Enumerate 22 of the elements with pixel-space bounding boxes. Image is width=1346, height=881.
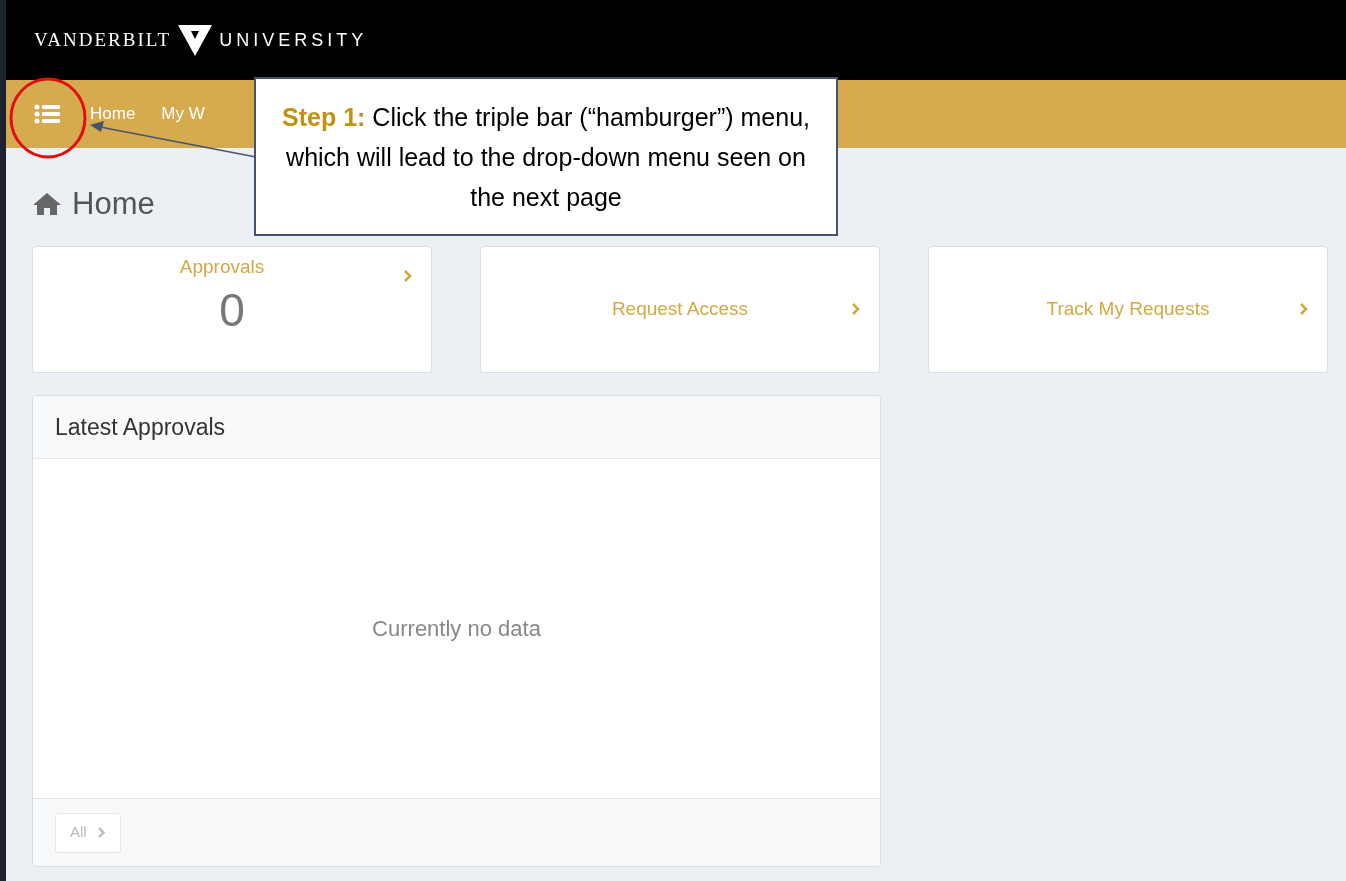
- empty-message: Currently no data: [372, 615, 541, 643]
- chevron-right-icon: [851, 302, 861, 316]
- shield-logo-icon: [177, 23, 214, 57]
- panel-title: Latest Approvals: [55, 412, 226, 442]
- tile-title: Request Access: [611, 297, 749, 322]
- tile-count: 0: [219, 282, 245, 338]
- dashboard-tile[interactable]: Approvals 0: [32, 246, 432, 373]
- logo-text: VANDERBILT: [34, 27, 172, 52]
- tile-title: Approvals: [179, 255, 265, 280]
- dashboard-tile[interactable]: Track My Requests: [928, 246, 1328, 373]
- chevron-right-icon: [96, 826, 106, 839]
- tile-title: Track My Requests: [1046, 297, 1210, 322]
- dashboard-tile[interactable]: Request Access: [480, 246, 880, 373]
- all-button[interactable]: All: [55, 812, 121, 853]
- logo-text: UNIVERSITY: [219, 28, 368, 52]
- page-title: Home: [72, 184, 155, 223]
- chevron-right-icon: [1299, 302, 1309, 316]
- home-icon: [32, 192, 62, 216]
- nav-link[interactable]: My W: [161, 101, 205, 127]
- nav-link[interactable]: Home: [90, 101, 136, 127]
- chevron-right-icon: [403, 269, 413, 283]
- callout-text: Step 1: Click the triple bar (“hamburger”) menu, which will lead to the drop-down menu seen on the next page: [281, 101, 811, 213]
